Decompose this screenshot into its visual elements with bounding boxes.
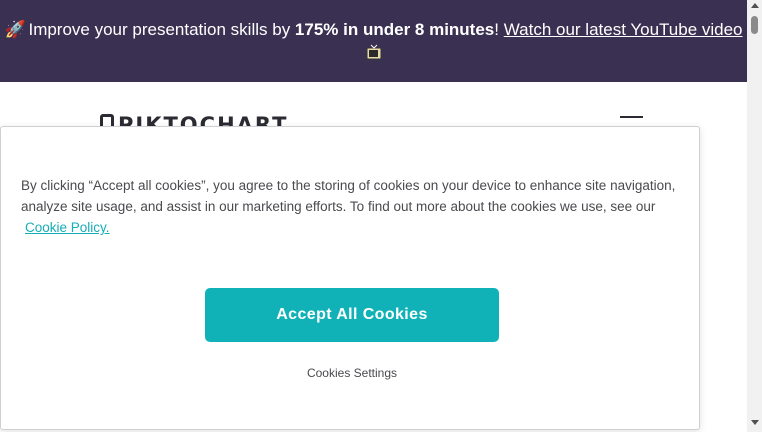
promo-banner-line: 🚀 Improve your presentation skills by 175… bbox=[0, 18, 747, 42]
cookies-settings-button[interactable]: Cookies Settings bbox=[252, 363, 452, 383]
cookie-consent-dialog: By clicking “Accept all cookies”, you ag… bbox=[0, 126, 700, 430]
scroll-down-icon[interactable] bbox=[751, 420, 759, 425]
promo-banner: 🚀 Improve your presentation skills by 175… bbox=[0, 0, 747, 82]
accept-all-cookies-button[interactable]: Accept All Cookies bbox=[205, 288, 499, 342]
hamburger-menu-icon[interactable] bbox=[620, 116, 643, 118]
promo-punct: ! bbox=[494, 20, 499, 39]
promo-banner-line2 bbox=[0, 42, 747, 67]
site-header: PIKTOCHART bbox=[0, 82, 747, 132]
tv-icon bbox=[366, 43, 382, 67]
logo-mark-icon bbox=[100, 114, 114, 126]
youtube-video-link[interactable]: Watch our latest YouTube video bbox=[504, 20, 743, 39]
cookie-notice-text: By clicking “Accept all cookies”, you ag… bbox=[21, 178, 676, 214]
cookie-notice: By clicking “Accept all cookies”, you ag… bbox=[21, 175, 685, 238]
piktochart-logo[interactable]: PIKTOCHART bbox=[100, 114, 288, 126]
cookie-policy-link[interactable]: Cookie Policy. bbox=[25, 220, 110, 235]
rocket-icon: 🚀 bbox=[4, 20, 26, 39]
vertical-scrollbar[interactable] bbox=[747, 0, 762, 432]
logo-text: PIKTOCHART bbox=[118, 114, 289, 126]
scrollbar-thumb[interactable] bbox=[751, 16, 758, 34]
promo-highlight: 175% in under 8 minutes bbox=[294, 20, 495, 39]
scroll-up-icon[interactable] bbox=[751, 3, 759, 8]
promo-text: Improve your presentation skills by bbox=[28, 20, 295, 39]
